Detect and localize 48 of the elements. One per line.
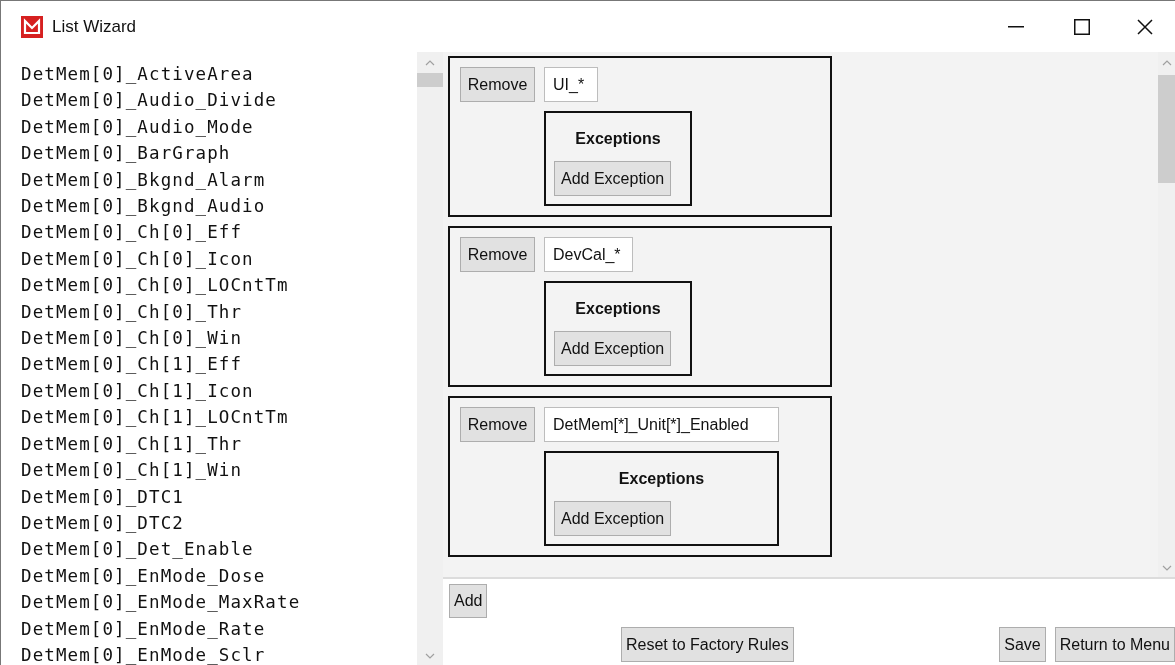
remove-button[interactable]: Remove <box>460 237 535 272</box>
variable-item[interactable]: DetMem[0]_Ch[1]_LOCntTm <box>21 404 417 431</box>
add-button[interactable]: Add <box>449 584 488 618</box>
add-exception-button[interactable]: Add Exception <box>554 331 672 366</box>
remove-button[interactable]: Remove <box>460 67 535 102</box>
add-exception-button[interactable]: Add Exception <box>554 501 672 536</box>
scroll-up-icon[interactable] <box>425 60 435 66</box>
exceptions-heading: Exceptions <box>575 299 661 319</box>
pattern-field[interactable]: DevCal_* <box>544 237 633 272</box>
window-title: List Wizard <box>52 15 137 38</box>
variable-item[interactable]: DetMem[0]_Ch[0]_Win <box>21 325 417 352</box>
variable-item[interactable]: DetMem[0]_ActiveArea <box>21 61 417 88</box>
variable-item[interactable]: DetMem[0]_DTC1 <box>21 483 417 510</box>
exceptions-heading: Exceptions <box>618 469 705 489</box>
pattern-field[interactable]: DetMem[*]_Unit[*]_Enabled <box>544 407 779 442</box>
save-button[interactable]: Save <box>999 627 1046 662</box>
list-scrollbar[interactable] <box>417 52 443 665</box>
return-button[interactable]: Return to Menu <box>1054 627 1175 662</box>
app-logo-icon <box>21 15 43 38</box>
exceptions-heading: Exceptions <box>575 129 661 149</box>
variable-item[interactable]: DetMem[0]_Audio_Mode <box>21 113 417 141</box>
variable-item[interactable]: DetMem[0]_EnMode_Dose <box>21 562 417 590</box>
variable-item[interactable]: DetMem[0]_EnMode_Sclr <box>21 641 417 665</box>
variable-item[interactable]: DetMem[0]_Bkgnd_Alarm <box>21 166 417 194</box>
variable-item[interactable]: DetMem[0]_Ch[1]_Eff <box>21 351 417 378</box>
variable-item[interactable]: DetMem[0]_Audio_Divide <box>21 87 417 114</box>
variable-item[interactable]: DetMem[0]_Ch[1]_Thr <box>21 430 417 458</box>
variable-item[interactable]: DetMem[0]_Ch[0]_Icon <box>21 245 417 273</box>
remove-button[interactable]: Remove <box>460 407 535 442</box>
scroll-down-icon[interactable] <box>1161 565 1172 571</box>
variable-item[interactable]: DetMem[0]_Bkgnd_Audio <box>21 193 417 220</box>
variable-item[interactable]: DetMem[0]_Ch[1]_Win <box>21 457 417 484</box>
scroll-down-icon[interactable] <box>425 653 435 659</box>
variable-item[interactable]: DetMem[0]_Det_Enable <box>21 536 417 563</box>
scrollbar-thumb[interactable] <box>1158 75 1175 183</box>
variable-item[interactable]: DetMem[0]_Ch[1]_Icon <box>21 377 417 405</box>
variable-item[interactable]: DetMem[0]_EnMode_Rate <box>21 615 417 642</box>
variable-item[interactable]: DetMem[0]_EnMode_MaxRate <box>21 589 417 616</box>
variable-item[interactable]: DetMem[0]_Ch[0]_Eff <box>21 219 417 246</box>
add-exception-button[interactable]: Add Exception <box>554 161 672 196</box>
reset-button[interactable]: Reset to Factory Rules <box>621 627 794 662</box>
variable-item[interactable]: DetMem[0]_DTC2 <box>21 509 417 537</box>
variable-item[interactable]: DetMem[0]_Ch[0]_LOCntTm <box>21 272 417 299</box>
variable-item[interactable]: DetMem[0]_Ch[0]_Thr <box>21 298 417 326</box>
pattern-field[interactable]: UI_* <box>544 67 599 102</box>
scroll-up-icon[interactable] <box>1161 60 1172 66</box>
scrollbar-thumb[interactable] <box>417 73 443 87</box>
variable-item[interactable]: DetMem[0]_BarGraph <box>21 140 417 167</box>
